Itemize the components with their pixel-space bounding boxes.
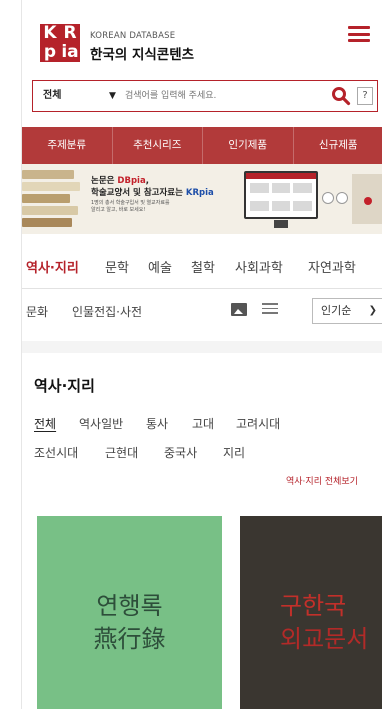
section-tab-general-history[interactable]: 역사일반	[79, 415, 123, 432]
book-card-yeonhaengrok[interactable]: 연행록 燕行錄	[37, 516, 222, 709]
section-tab-modern[interactable]: 근현대	[105, 444, 138, 461]
logo-r: R	[60, 24, 80, 43]
tab-biography-dictionary[interactable]: 인물전집·사전	[72, 303, 142, 320]
banner-red-dot	[364, 197, 372, 205]
catnav-item-new[interactable]: 신규제품	[294, 127, 382, 164]
section-tab-china-history[interactable]: 중국사	[164, 444, 197, 461]
tab-literature[interactable]: 문학	[105, 257, 129, 276]
search-scope-select[interactable]: 전체	[43, 81, 61, 111]
logo-subtitle-kr: 한국의 지식콘텐츠	[90, 47, 195, 63]
monitor-stand	[274, 220, 288, 228]
see-all-link[interactable]: 역사·지리 전체보기	[286, 474, 358, 487]
banner-circles	[322, 192, 348, 204]
catnav-item-subject[interactable]: 주제분류	[22, 127, 113, 164]
section-tab-all[interactable]: 전체	[34, 415, 56, 432]
book-card-diplomatic-docs[interactable]: 구한국 외교문서	[240, 516, 382, 709]
search-input[interactable]	[125, 85, 325, 107]
logo-k: K	[40, 24, 60, 43]
tab-natural-science[interactable]: 자연과학	[308, 257, 356, 276]
book-title-kr: 구한국	[280, 592, 347, 620]
book-title-kr: 연행록	[96, 592, 163, 620]
books-illustration	[22, 170, 80, 230]
tab-history-geography[interactable]: 역사·지리	[26, 257, 79, 276]
search-help-button[interactable]: ?	[357, 87, 373, 105]
section-tab-geography[interactable]: 지리	[223, 444, 245, 461]
logo-p: p	[40, 43, 60, 62]
section-tab-joseon[interactable]: 조선시대	[34, 444, 78, 461]
chevron-down-icon: ❯	[368, 305, 377, 316]
banner-line-2: 학술교양서 및 참고자료는 KRpia	[91, 188, 214, 198]
image-view-icon[interactable]	[231, 303, 247, 316]
tab-culture[interactable]: 문화	[26, 303, 48, 320]
search-icon[interactable]	[331, 86, 351, 106]
tab-art[interactable]: 예술	[148, 257, 172, 276]
section-separator	[22, 341, 382, 353]
section-tab-goryeo[interactable]: 고려시대	[236, 415, 280, 432]
catnav-item-series[interactable]: 추천시리즈	[113, 127, 203, 164]
section-title: 역사·지리	[34, 377, 95, 395]
category-nav: 주제분류 추천시리즈 인기제품 신규제품	[22, 127, 382, 164]
monitor-illustration	[244, 171, 318, 219]
catnav-item-popular[interactable]: 인기제품	[203, 127, 294, 164]
hamburger-icon[interactable]	[348, 26, 370, 42]
section-tab-ancient[interactable]: 고대	[192, 415, 214, 432]
logo-ia: ia	[60, 42, 80, 62]
banner-line-3: 1명의 총서 학술구입서 및 열교자료를 알리고 알고, 바로 보세요!	[91, 200, 170, 213]
promo-banner[interactable]: 논문은 DBpia, 학술교양서 및 참고자료는 KRpia 1명의 총서 학술…	[22, 164, 382, 234]
search-bar: 전체 ▼ ?	[32, 80, 378, 112]
divider	[22, 288, 382, 289]
section-tab-overview-history[interactable]: 통사	[146, 415, 168, 432]
header: K R p ia KOREAN DATABASE 한국의 지식콘텐츠	[22, 0, 382, 74]
banner-line-1: 논문은 DBpia,	[91, 176, 149, 186]
krpia-logo[interactable]: K R p ia	[40, 24, 80, 62]
tab-social-science[interactable]: 사회과학	[235, 257, 283, 276]
tab-philosophy[interactable]: 철학	[191, 257, 215, 276]
sort-value: 인기순	[321, 304, 352, 317]
app-frame: K R p ia KOREAN DATABASE 한국의 지식콘텐츠 전체 ▼ …	[21, 0, 382, 709]
book-title-sub: 외교문서	[280, 625, 369, 653]
list-view-icon[interactable]	[262, 303, 278, 316]
logo-subtitle-en: KOREAN DATABASE	[90, 31, 176, 41]
book-title-hanja: 燕行錄	[93, 625, 166, 653]
sort-select[interactable]: 인기순 ❯	[312, 298, 382, 324]
chevron-down-icon[interactable]: ▼	[109, 91, 116, 101]
